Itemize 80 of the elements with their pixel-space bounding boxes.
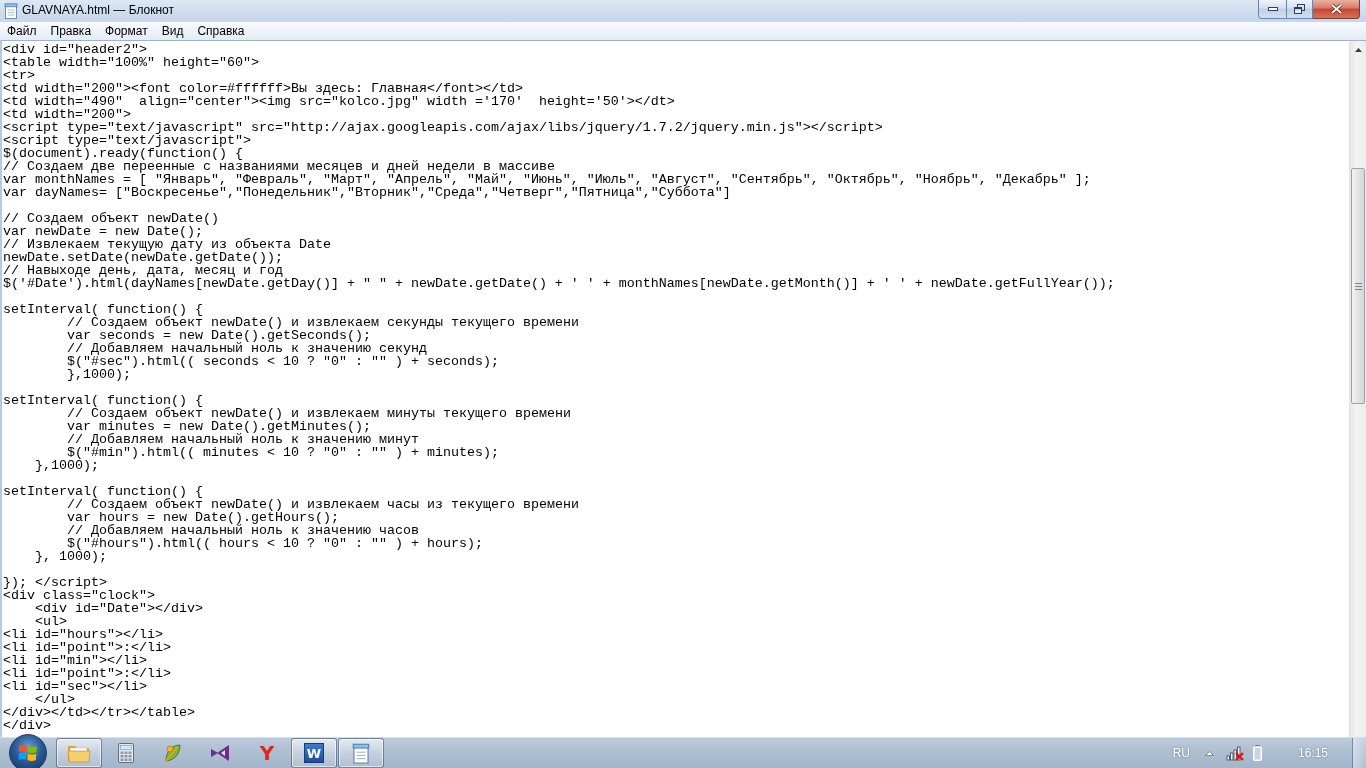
up-arrow-icon (1354, 47, 1362, 52)
code-line: }); </script> (3, 576, 107, 589)
close-button[interactable] (1313, 0, 1360, 19)
code-line: setInterval( function() { (3, 303, 203, 316)
code-line: setInterval( function() { (3, 485, 203, 498)
code-line: // Добавляем начальный ноль к значению секунд (67, 342, 427, 355)
code-line: newDate.setDate(newDate.getDate()); (3, 251, 283, 264)
code-line: <div id="Date"></div> (35, 602, 203, 615)
code-line: $("#hours").html(( hours < 10 ? "0" : "" ) + hours); (67, 537, 483, 550)
restore-icon (1294, 4, 1305, 14)
code-line: <td width="490" align="center"><img src="kolco.jpg" width ='170' height='50'></dt> (3, 95, 675, 108)
code-line: <table width="100%" height="60"> (3, 56, 259, 69)
menu-item[interactable]: Справка (190, 22, 252, 40)
calculator-icon (118, 743, 134, 763)
grip-icon (1354, 282, 1362, 290)
taskbar-button[interactable]: W (291, 738, 337, 768)
code-line: <li id="hours"></li> (3, 628, 163, 641)
taskbar-button[interactable] (56, 738, 102, 768)
code-line: // Создаем объект newDate() и извлекаем минуты текущего времени (67, 407, 571, 420)
notepad-icon (4, 3, 18, 19)
leaf-icon (164, 743, 182, 763)
code-line: </div></td></tr></table> (3, 706, 195, 719)
taskbar-button[interactable] (338, 738, 384, 768)
code-line: },1000); (67, 368, 131, 381)
window-title: GLAVNAYA.html — Блокнот (22, 2, 175, 19)
code-line: // Создаем объект newDate() и извлекаем секунды текущего времени (67, 316, 579, 329)
code-line: <div id="header2"> (3, 43, 147, 56)
folder-icon (67, 743, 91, 763)
code-line: // Навыходе день, дата, месяц и год (3, 264, 283, 277)
code-line: <li id="point">:</li> (3, 641, 171, 654)
up-triangle-icon (1204, 750, 1214, 756)
vertical-scrollbar[interactable] (1349, 41, 1366, 737)
code-line: <td width="200"><font color=#ffffff>Вы здесь: Главная</font></td> (3, 82, 523, 95)
code-line: <li id="min"></li> (3, 654, 147, 667)
minimize-icon (1267, 7, 1278, 11)
code-line: <script type="text/javascript" src="http://ajax.googleapis.com/ajax/libs/jquery/1.7.2/jquery.min.js"></script> (3, 121, 883, 134)
code-line: <tr> (3, 69, 35, 82)
code-line: <ul> (35, 615, 67, 628)
code-line: <li id="point">:</li> (3, 667, 171, 680)
code-line: var minutes = new Date().getMinutes(); (67, 420, 371, 433)
code-line: // Добавляем начальный ноль к значению часов (67, 524, 419, 537)
menu-item[interactable]: Файл (0, 22, 44, 40)
start-button[interactable] (9, 734, 47, 768)
code-line: </ul> (35, 693, 75, 706)
code-line: <div class="clock"> (3, 589, 155, 602)
code-line: $('#Date').html(dayNames[newDate.getDay()] + " " + newDate.getDate() + ' ' + monthNames[newDate.getMonth()] + ' ' + newDate.getFullYear()); (3, 277, 1115, 290)
code-line: // Создаем объект newDate() и извлекаем часы из текущего времени (67, 498, 579, 511)
code-line: var dayNames= ["Воскресенье","Понедельник","Вторник","Среда","Четверг","Пятница","Суббота"] (3, 186, 731, 199)
flag-icon (18, 744, 38, 762)
maximize-button[interactable] (1286, 0, 1313, 19)
network-disconnected-icon[interactable] (1225, 745, 1244, 761)
close-icon (1330, 4, 1342, 14)
menu-item[interactable]: Вид (154, 22, 191, 40)
code-line: // Создаем объект newDate() (3, 212, 219, 225)
code-line: var newDate = new Date(); (3, 225, 203, 238)
code-line: // Создаем две переенные с названиями месяцев и дней недели в массиве (3, 160, 555, 173)
code-line: }, 1000); (35, 550, 107, 563)
scrollbar-thumb[interactable] (1351, 168, 1365, 404)
show-desktop-button[interactable] (1352, 738, 1366, 768)
notepad-icon (352, 742, 370, 764)
code-line: <li id="sec"></li> (3, 680, 147, 693)
code-line: setInterval( function() { (3, 394, 203, 407)
menu-item[interactable]: Правка (43, 22, 99, 40)
code-line: // Извлекаем текущую дату из объекта Date (3, 238, 331, 251)
code-line: },1000); (35, 459, 99, 472)
menu-item[interactable]: Формат (98, 22, 155, 40)
code-line: </div> (3, 719, 51, 732)
code-line: <script type="text/javascript"> (3, 134, 251, 147)
code-line: var monthNames = [ "Январь", "Февраль", "Март", "Апрель", "Май", "Июнь", "Июль", "Август", "Сентябрь", "Октябрь", "Ноябрь", "Декабрь" ]; (3, 173, 1091, 186)
minimize-button[interactable] (1258, 0, 1286, 19)
code-line: $(document).ready(function() { (3, 147, 243, 160)
code-line: var seconds = new Date().getSeconds(); (67, 329, 371, 342)
code-line: // Добавляем начальный ноль к значению минут (67, 433, 419, 446)
battery-icon[interactable] (1252, 745, 1262, 761)
show-hidden-icons-button[interactable] (1204, 750, 1214, 756)
code-line: $("#min").html(( minutes < 10 ? "0" : "" ) + minutes); (67, 446, 499, 459)
bowtie-icon (210, 744, 230, 762)
code-line: var hours = new Date().getHours(); (67, 511, 339, 524)
code-line: <td width="200"> (3, 108, 131, 121)
code-line: $("#sec").html(( seconds < 10 ? "0" : "" ) + seconds); (67, 355, 499, 368)
